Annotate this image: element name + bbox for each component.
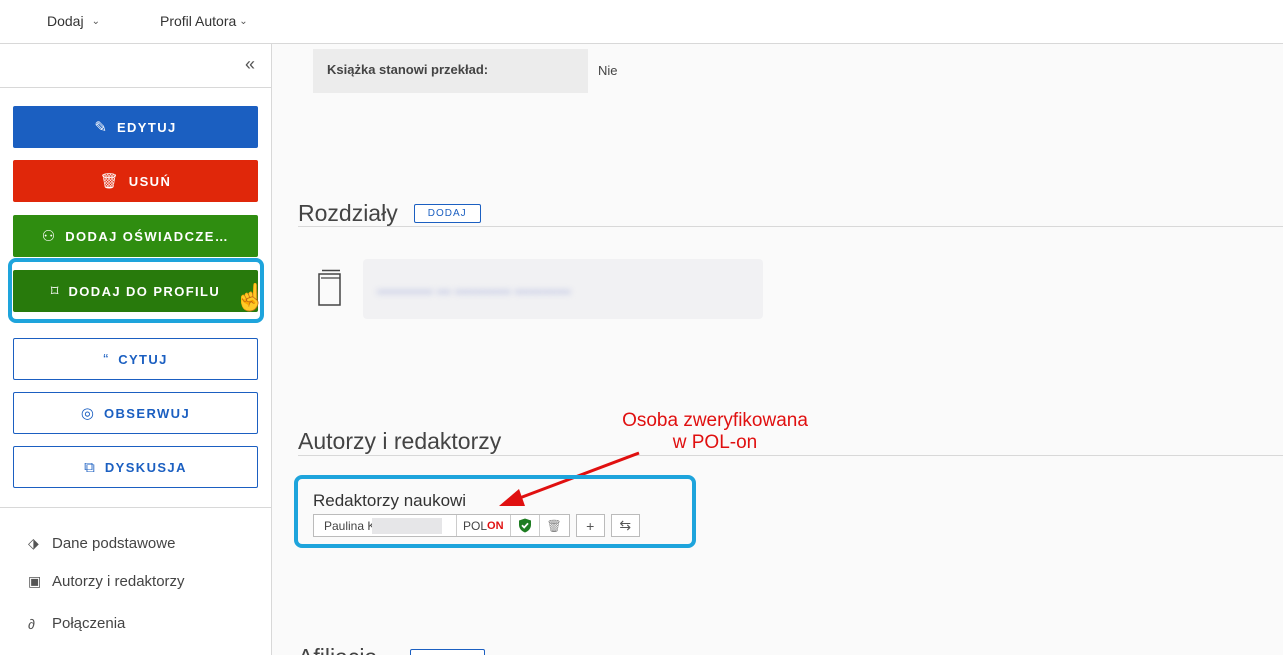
authors-title: Autorzy i redaktorzy: [298, 428, 502, 454]
follow-button[interactable]: ◎ OBSERWUJ: [13, 392, 258, 434]
chevron-down-icon: ⌄: [91, 15, 100, 27]
book-icon: [318, 269, 341, 306]
translation-property-label: Książka stanowi przekład:: [327, 62, 489, 77]
nav-item-connections[interactable]: ∂ Połączenia: [28, 615, 125, 632]
quote-icon: “: [103, 350, 109, 368]
badge-icon: ▣: [28, 573, 42, 589]
menu-author-profile[interactable]: Profil Autora ⌄: [160, 13, 248, 29]
blurred-chapter-entry[interactable]: ▬▬▬▬ ▬ ▬▬▬▬ ▬▬▬▬: [363, 259, 763, 319]
scientific-editors-label: Redaktorzy naukowi: [313, 491, 467, 510]
redacted-surname: [372, 518, 442, 534]
sidebar-divider: [0, 507, 271, 508]
polon-badge: POL ON: [457, 515, 511, 536]
chat-icon: ⧉: [84, 458, 95, 476]
edit-button[interactable]: ✎ EDYTUJ: [13, 106, 258, 148]
authors-heading: Autorzy i redaktorzy: [298, 428, 501, 455]
editor-name[interactable]: Paulina K: [314, 515, 457, 536]
nav-item-basic-data[interactable]: ⬗ Dane podstawowe: [28, 535, 175, 552]
nav-item-label: Połączenia: [52, 615, 126, 632]
pencil-icon: ✎: [94, 119, 107, 136]
bookmark-icon: ⌑: [50, 283, 59, 300]
eye-icon: ◎: [80, 405, 94, 422]
polon-prefix: POL: [463, 518, 488, 533]
discussion-button-label: DYSKUSJA: [104, 459, 187, 475]
collapse-sidebar-icon[interactable]: «: [245, 54, 255, 75]
editor-chip[interactable]: Paulina K POL ON 🗑︎: [313, 514, 570, 537]
nav-item-label: Autorzy i redaktorzy: [52, 573, 185, 590]
chapters-title: Rozdziały: [298, 200, 398, 226]
blurred-text: ▬▬▬▬ ▬ ▬▬▬▬ ▬▬▬▬: [377, 281, 571, 297]
delete-button[interactable]: 🗑︎ USUŃ: [13, 160, 258, 202]
hand-cursor-icon: ☝: [234, 282, 267, 312]
add-editor-plus-icon[interactable]: +: [575, 514, 605, 537]
sidebar: « ✎ EDYTUJ 🗑︎ USUŃ ⚇ DODAJ OŚWIADCZE… ⌑ …: [0, 44, 272, 655]
link-icon: ∂: [28, 615, 35, 632]
highlight-editors: [294, 475, 696, 548]
discussion-button[interactable]: ⧉ DYSKUSJA: [13, 446, 258, 488]
user-statement-icon: ⚇: [41, 228, 56, 245]
affiliations-add-button-partial[interactable]: [410, 649, 485, 655]
verified-shield-icon: [511, 515, 540, 536]
section-divider: [298, 226, 1283, 227]
polon-suffix: ON: [487, 519, 504, 532]
editor-row: Paulina K POL ON 🗑︎ + ⇆: [313, 514, 640, 537]
annotation-text: Osoba zweryfikowana w POL-on: [595, 410, 835, 454]
add-statement-button-label: DODAJ OŚWIADCZE…: [65, 228, 230, 244]
chapters-heading: Rozdziały DODAJ: [298, 200, 481, 227]
cite-button-label: CYTUJ: [118, 351, 168, 367]
swap-arrows-icon[interactable]: ⇆: [610, 514, 640, 537]
tag-icon: ⬗: [28, 535, 39, 551]
affiliations-heading-partial: Afiliacja: [298, 644, 377, 655]
menu-add[interactable]: Dodaj ⌄: [47, 13, 100, 29]
remove-editor-trash-icon[interactable]: 🗑︎: [540, 515, 569, 536]
cite-button[interactable]: “ CYTUJ: [13, 338, 258, 380]
edit-button-label: EDYTUJ: [116, 119, 177, 135]
editor-name-text: Paulina K: [324, 518, 376, 533]
annotation-line-1: Osoba zweryfikowana: [622, 410, 808, 431]
sidebar-header: «: [0, 44, 271, 88]
add-to-profile-button[interactable]: ⌑ DODAJ DO PROFILU: [13, 270, 258, 312]
menu-profile-label: Profil Autora: [160, 13, 237, 29]
nav-item-label: Dane podstawowe: [52, 535, 176, 552]
follow-button-label: OBSERWUJ: [104, 405, 191, 421]
nav-item-authors[interactable]: ▣ Autorzy i redaktorzy: [28, 573, 185, 590]
add-to-profile-button-label: DODAJ DO PROFILU: [68, 283, 221, 299]
translation-property-value: Nie: [598, 63, 618, 78]
top-bar: Dodaj ⌄ Profil Autora ⌄: [0, 0, 1283, 44]
main-content: Książka stanowi przekład: Nie Rozdziały …: [273, 44, 1283, 655]
add-chapter-button[interactable]: DODAJ: [413, 204, 481, 223]
delete-button-label: USUŃ: [128, 173, 172, 189]
menu-add-label: Dodaj: [47, 13, 84, 29]
add-statement-button[interactable]: ⚇ DODAJ OŚWIADCZE…: [13, 215, 258, 257]
trash-icon: 🗑︎: [99, 173, 119, 190]
section-divider: [298, 455, 1283, 456]
chevron-down-icon: ⌄: [239, 15, 248, 27]
